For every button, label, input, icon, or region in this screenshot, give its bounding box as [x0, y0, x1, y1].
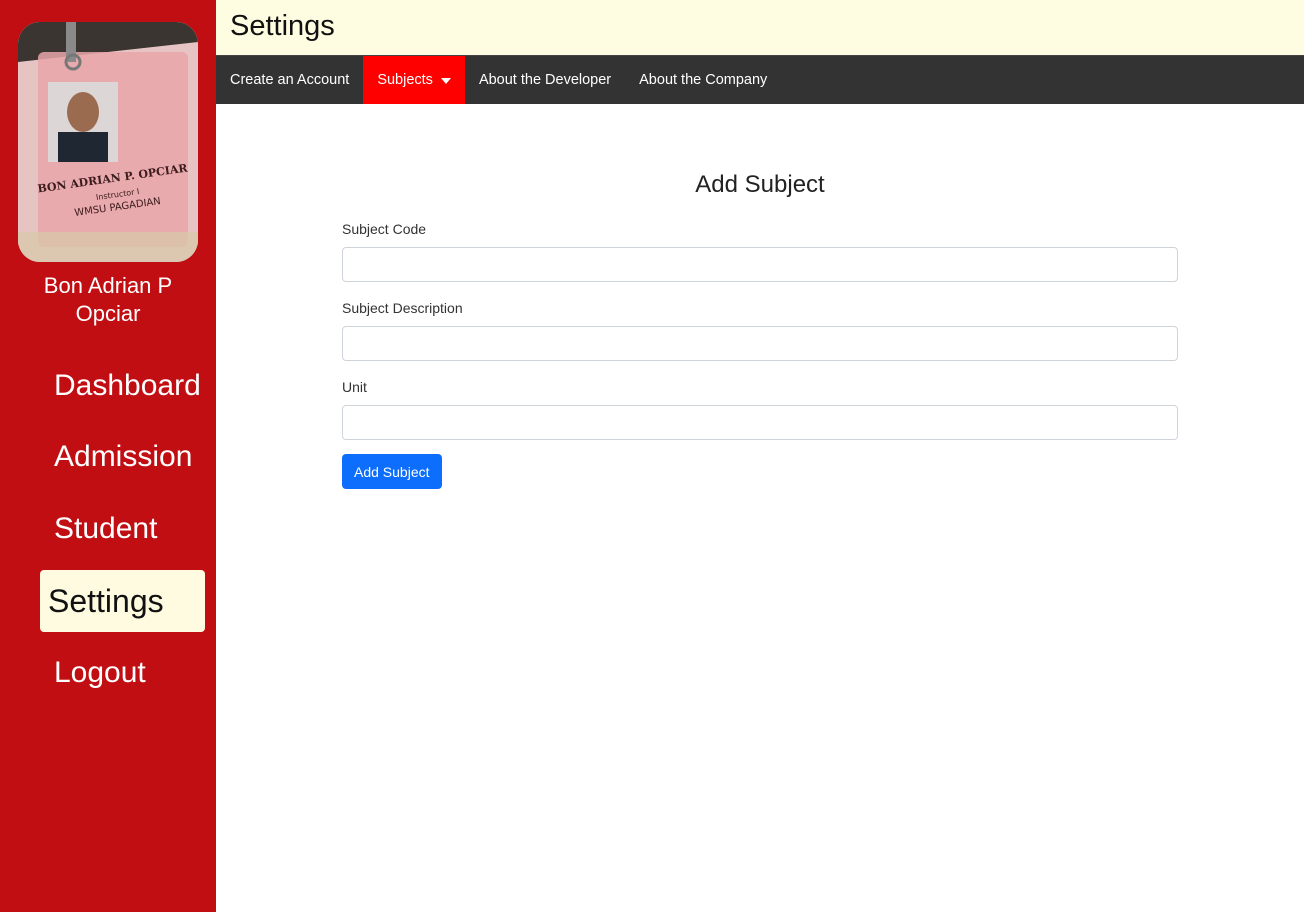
id-card-photo-icon: BON ADRIAN P. OPCIAR Instructor I WMSU P…	[18, 22, 198, 262]
unit-input[interactable]	[342, 405, 1178, 440]
settings-menubar: Create an Account Subjects About the Dev…	[216, 56, 1304, 104]
subject-description-label: Subject Description	[342, 300, 463, 316]
page-title: Settings	[230, 10, 335, 42]
caret-down-icon	[440, 78, 451, 84]
subject-code-label: Subject Code	[342, 221, 427, 237]
subject-description-input[interactable]	[342, 326, 1178, 361]
user-name: Bon Adrian P Opciar	[43, 273, 173, 326]
menu-item-about-company[interactable]: About the Company	[625, 56, 781, 104]
menu-item-subjects-label: Subjects	[377, 72, 433, 88]
menu-item-subjects[interactable]: Subjects	[363, 56, 465, 104]
add-subject-button[interactable]: Add Subject	[342, 454, 442, 489]
sidebar-item-admission[interactable]: Admission	[40, 426, 205, 488]
form-title: Add Subject	[695, 171, 825, 198]
page-header: Settings	[216, 0, 1304, 56]
subject-code-input[interactable]	[342, 247, 1178, 282]
sidebar-item-dashboard[interactable]: Dashboard	[40, 355, 205, 417]
add-subject-form: Add Subject Subject Code Subject Descrip…	[342, 165, 1178, 489]
sidebar-item-settings[interactable]: Settings	[40, 570, 205, 632]
sidebar: BON ADRIAN P. OPCIAR Instructor I WMSU P…	[0, 0, 216, 912]
sidebar-item-logout[interactable]: Logout	[40, 642, 205, 704]
sidebar-item-student[interactable]: Student	[40, 498, 205, 560]
avatar: BON ADRIAN P. OPCIAR Instructor I WMSU P…	[18, 22, 198, 262]
menu-item-about-developer[interactable]: About the Developer	[465, 56, 625, 104]
unit-label: Unit	[342, 379, 367, 395]
menu-item-create-account[interactable]: Create an Account	[216, 56, 363, 104]
